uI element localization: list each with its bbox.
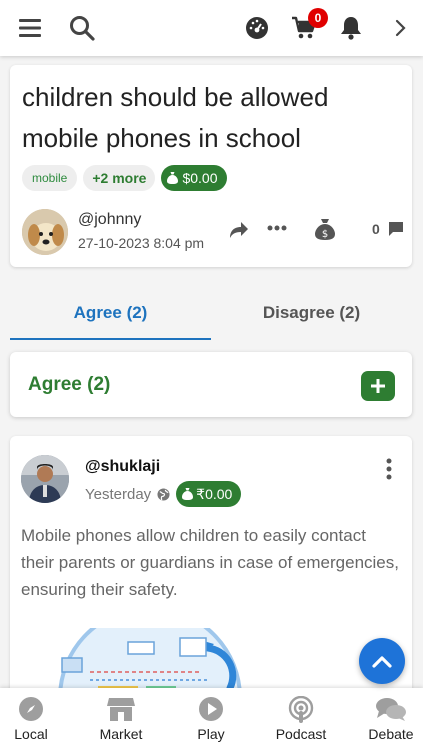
menu-icon[interactable]: [16, 14, 44, 42]
bell-icon[interactable]: [337, 14, 365, 42]
author-username[interactable]: @johnny: [78, 211, 141, 229]
argument-card: @shuklaji Yesterday ₹0.00 Mobile phones …: [10, 436, 412, 696]
chevron-up-icon: [372, 656, 392, 668]
top-bar: 0: [0, 0, 423, 56]
comments-button[interactable]: 0: [372, 221, 404, 237]
chat-bubbles-icon: [376, 698, 406, 721]
nav-item-podcast[interactable]: Podcast: [259, 688, 343, 750]
question-card: children should be allowed mobile phones…: [10, 65, 412, 267]
comment-count: 0: [372, 221, 380, 237]
argument-meta: Yesterday ₹0.00: [85, 481, 242, 507]
argument-text: Mobile phones allow children to easily c…: [21, 526, 399, 599]
dashboard-gauge-icon[interactable]: [243, 14, 271, 42]
compass-icon: [19, 697, 43, 721]
cart-icon[interactable]: 0: [290, 8, 328, 42]
author-row: @johnny 27-10-2023 8:04 pm $ 0: [22, 209, 404, 255]
nav-label: Podcast: [275, 726, 327, 742]
money-bag-icon: [167, 172, 179, 184]
nav-label: Debate: [368, 726, 414, 742]
agree-section-title: Agree (2): [28, 374, 111, 395]
tag-chip[interactable]: mobile: [22, 165, 78, 191]
chevron-right-icon[interactable]: [386, 14, 414, 42]
tab-disagree[interactable]: Disagree (2): [211, 296, 412, 340]
search-icon[interactable]: [68, 14, 96, 42]
comment-icon: [388, 222, 403, 236]
globe-icon: [157, 487, 170, 501]
avatar[interactable]: [22, 209, 68, 255]
stance-tabs: Agree (2) Disagree (2): [10, 296, 412, 340]
bounty-badge: ₹0.00: [176, 481, 242, 507]
play-icon: [199, 697, 223, 721]
question-title: children should be allowed mobile phones…: [22, 82, 329, 153]
tag-list: mobile +2 more $0.00: [22, 165, 227, 191]
tab-agree[interactable]: Agree (2): [10, 296, 211, 340]
avatar[interactable]: [21, 455, 69, 503]
scroll-to-top-button[interactable]: [359, 638, 405, 684]
add-argument-button[interactable]: [361, 371, 395, 401]
money-bag-icon[interactable]: $: [315, 219, 335, 241]
bounty-amount: ₹0.00: [196, 486, 233, 502]
bounty-amount: $0.00: [182, 170, 218, 186]
nav-item-market[interactable]: Market: [79, 688, 163, 750]
nav-label: Play: [197, 726, 225, 742]
more-options-icon[interactable]: [267, 225, 287, 231]
argument-time: Yesterday: [85, 485, 152, 503]
money-bag-icon: [182, 488, 194, 500]
post-date: 27-10-2023 8:04 pm: [78, 235, 205, 251]
nav-item-debate[interactable]: Debate: [349, 688, 423, 750]
nav-item-play[interactable]: Play: [169, 688, 253, 750]
more-tags-chip[interactable]: +2 more: [83, 165, 156, 191]
agree-section-header: Agree (2): [10, 352, 412, 417]
kebab-menu-icon[interactable]: [386, 458, 392, 485]
argument-author[interactable]: @shuklaji: [85, 458, 160, 476]
cart-count-badge: 0: [308, 8, 328, 28]
bounty-badge: $0.00: [161, 165, 227, 191]
bottom-nav: Local Market Play Podcast Debate: [0, 688, 423, 750]
podcast-icon: [288, 696, 314, 723]
argument-illustration: [50, 606, 250, 696]
nav-label: Local: [14, 726, 48, 742]
share-icon[interactable]: [229, 221, 249, 239]
nav-label: Market: [99, 726, 143, 742]
plus-icon: [371, 379, 385, 393]
svg-text:$: $: [322, 229, 328, 240]
store-icon: [107, 698, 135, 721]
nav-item-local[interactable]: Local: [0, 688, 73, 750]
